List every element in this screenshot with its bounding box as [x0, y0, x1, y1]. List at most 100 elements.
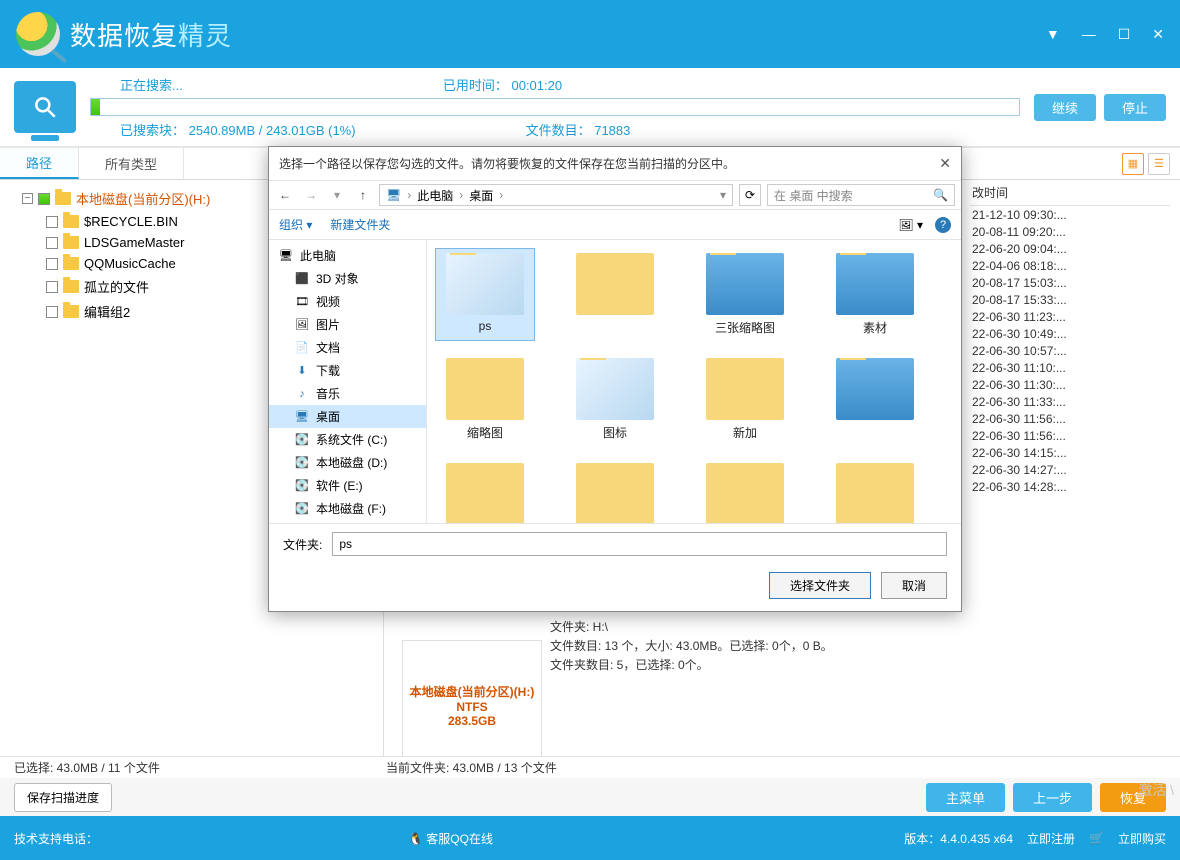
prev-step-button[interactable]: 上一步 — [1013, 783, 1092, 812]
monitor-search-icon — [14, 81, 76, 133]
stop-button[interactable]: 停止 — [1104, 94, 1166, 121]
folder-item[interactable]: 缩略图 — [435, 353, 535, 446]
refresh-icon[interactable]: ⟳ — [739, 184, 761, 206]
side-desktop[interactable]: 🖥桌面 — [269, 405, 426, 428]
time-cell: 22-06-30 11:56:... — [970, 427, 1170, 444]
side-documents[interactable]: 📄文档 — [269, 336, 426, 359]
folder-input-label: 文件夹: — [283, 536, 322, 553]
folder-item[interactable] — [435, 458, 535, 523]
magnifier-icon — [16, 12, 60, 56]
time-cell: 22-06-30 10:49:... — [970, 325, 1170, 342]
time-cell: 22-06-30 14:28:... — [970, 478, 1170, 495]
minimize-icon[interactable]: — — [1082, 26, 1096, 43]
time-cell: 22-06-30 11:23:... — [970, 308, 1170, 325]
disk-card[interactable]: 本地磁盘(当前分区)(H:) NTFS 283.5GB — [402, 640, 542, 770]
select-folder-button[interactable]: 选择文件夹 — [769, 572, 871, 599]
status-bar: 已选择: 43.0MB / 11 个文件 当前文件夹: 43.0MB / 13 … — [0, 756, 1180, 778]
cart-icon: 🛒 — [1089, 831, 1104, 845]
folder-chooser-dialog: 选择一个路径以保存您勾选的文件。请勿将要恢复的文件保存在您当前扫描的分区中。 ✕… — [268, 146, 962, 612]
folder-name-input[interactable] — [332, 532, 947, 556]
time-cell: 20-08-17 15:33:... — [970, 291, 1170, 308]
version-label: 版本：4.4.0.435 x64 — [904, 830, 1013, 847]
side-drive-d[interactable]: 💽本地磁盘 (D:) — [269, 451, 426, 474]
folder-info: 文件夹: H:\ 文件数目: 13 个，大小: 43.0MB。已选择: 0个，0… — [550, 618, 833, 676]
maximize-icon[interactable]: ☐ — [1118, 26, 1131, 43]
time-cell: 22-04-06 08:18:... — [970, 257, 1170, 274]
main-menu-button[interactable]: 主菜单 — [926, 783, 1005, 812]
side-3d-objects[interactable]: ⬛3D 对象 — [269, 267, 426, 290]
folder-item[interactable] — [825, 458, 925, 523]
folder-item[interactable]: 新加 — [695, 353, 795, 446]
side-downloads[interactable]: ⬇下载 — [269, 359, 426, 382]
view-list-icon[interactable]: ☰ — [1148, 153, 1170, 175]
organize-menu[interactable]: 组织 ▾ — [279, 216, 312, 233]
close-icon[interactable]: ✕ — [1152, 26, 1164, 43]
folder-item[interactable]: 图标 — [565, 353, 665, 446]
footer: 技术支持电话： 🐧 客服QQ在线 版本：4.4.0.435 x64 立即注册 🛒… — [0, 816, 1180, 860]
view-mode-icon[interactable]: 🖼 ▾ — [898, 218, 923, 232]
buy-link[interactable]: 立即购买 — [1118, 830, 1166, 847]
side-this-pc[interactable]: 🖥此电脑 — [269, 244, 426, 267]
tab-all-types[interactable]: 所有类型 — [79, 148, 184, 179]
titlebar: 数据恢复精灵 ▼ — ☐ ✕ — [0, 0, 1180, 68]
selected-status: 已选择: 43.0MB / 11 个文件 — [14, 759, 160, 776]
dialog-sidebar: 🖥此电脑 ⬛3D 对象 🎞视频 🖼图片 📄文档 ⬇下载 ♪音乐 🖥桌面 💽系统文… — [269, 240, 427, 523]
register-link[interactable]: 立即注册 — [1027, 830, 1075, 847]
folder-item[interactable] — [825, 353, 925, 446]
nav-forward-icon[interactable]: → — [301, 188, 321, 202]
app-logo: 数据恢复精灵 — [16, 12, 232, 56]
time-cell: 22-06-20 09:04:... — [970, 240, 1170, 257]
time-cell: 20-08-11 09:20:... — [970, 223, 1170, 240]
continue-button[interactable]: 继续 — [1034, 94, 1096, 121]
time-cell: 22-06-30 11:10:... — [970, 359, 1170, 376]
progress-panel: 正在搜索... 已用时间： 00:01:20 已搜索块： 2540.89MB /… — [0, 68, 1180, 148]
nav-back-icon[interactable]: ← — [275, 188, 295, 202]
modified-time-column: 改时间 21-12-10 09:30:...20-08-11 09:20:...… — [970, 180, 1170, 495]
watermark: 激活 \ — [1138, 780, 1174, 800]
help-icon[interactable]: ? — [935, 217, 951, 233]
folder-item[interactable]: 三张缩略图 — [695, 248, 795, 341]
searching-label: 正在搜索... — [120, 75, 183, 94]
dropdown-icon[interactable]: ▼ — [1046, 26, 1060, 43]
breadcrumb[interactable]: 🖥 ›此电脑 ›桌面 › ▾ — [379, 184, 733, 206]
search-input[interactable]: 在 桌面 中搜索🔍 — [767, 184, 955, 206]
time-cell: 22-06-30 14:27:... — [970, 461, 1170, 478]
side-drive-e[interactable]: 💽软件 (E:) — [269, 474, 426, 497]
side-music[interactable]: ♪音乐 — [269, 382, 426, 405]
search-icon: 🔍 — [933, 188, 948, 202]
folder-item[interactable]: 素材 — [825, 248, 925, 341]
new-folder-button[interactable]: 新建文件夹 — [330, 216, 390, 233]
time-cell: 22-06-30 11:33:... — [970, 393, 1170, 410]
time-cell: 21-12-10 09:30:... — [970, 206, 1170, 223]
cancel-button[interactable]: 取消 — [881, 572, 947, 599]
folder-item[interactable]: ps — [435, 248, 535, 341]
folder-item[interactable] — [565, 248, 665, 341]
view-icons-icon[interactable]: ▦ — [1122, 153, 1144, 175]
time-cell: 22-06-30 11:30:... — [970, 376, 1170, 393]
folder-item[interactable] — [695, 458, 795, 523]
current-folder-status: 当前文件夹: 43.0MB / 13 个文件 — [386, 759, 557, 776]
elapsed-value: 00:01:20 — [511, 78, 562, 93]
nav-history-icon[interactable]: ▾ — [327, 188, 347, 202]
files-value: 71883 — [594, 123, 630, 138]
nav-up-icon[interactable]: ↑ — [353, 188, 373, 202]
time-cell: 20-08-17 15:03:... — [970, 274, 1170, 291]
side-pictures[interactable]: 🖼图片 — [269, 313, 426, 336]
qq-link[interactable]: 客服QQ在线 — [426, 832, 493, 846]
tech-support-label: 技术支持电话： — [14, 830, 98, 847]
blocks-value: 2540.89MB / 243.01GB (1%) — [189, 123, 356, 138]
side-drive-f[interactable]: 💽本地磁盘 (F:) — [269, 497, 426, 520]
dialog-file-grid: ps 三张缩略图素材缩略图图标新加 — [427, 240, 961, 523]
folder-item[interactable] — [565, 458, 665, 523]
action-row: 保存扫描进度 主菜单 上一步 恢复 — [0, 778, 1180, 816]
save-progress-button[interactable]: 保存扫描进度 — [14, 783, 112, 812]
progress-bar — [90, 98, 1020, 116]
dialog-title: 选择一个路径以保存您勾选的文件。请勿将要恢复的文件保存在您当前扫描的分区中。 — [279, 155, 735, 172]
time-cell: 22-06-30 11:56:... — [970, 410, 1170, 427]
side-videos[interactable]: 🎞视频 — [269, 290, 426, 313]
tab-path[interactable]: 路径 — [0, 148, 79, 179]
dialog-close-icon[interactable]: ✕ — [939, 155, 951, 172]
time-cell: 22-06-30 10:57:... — [970, 342, 1170, 359]
side-drive-c[interactable]: 💽系统文件 (C:) — [269, 428, 426, 451]
time-cell: 22-06-30 14:15:... — [970, 444, 1170, 461]
